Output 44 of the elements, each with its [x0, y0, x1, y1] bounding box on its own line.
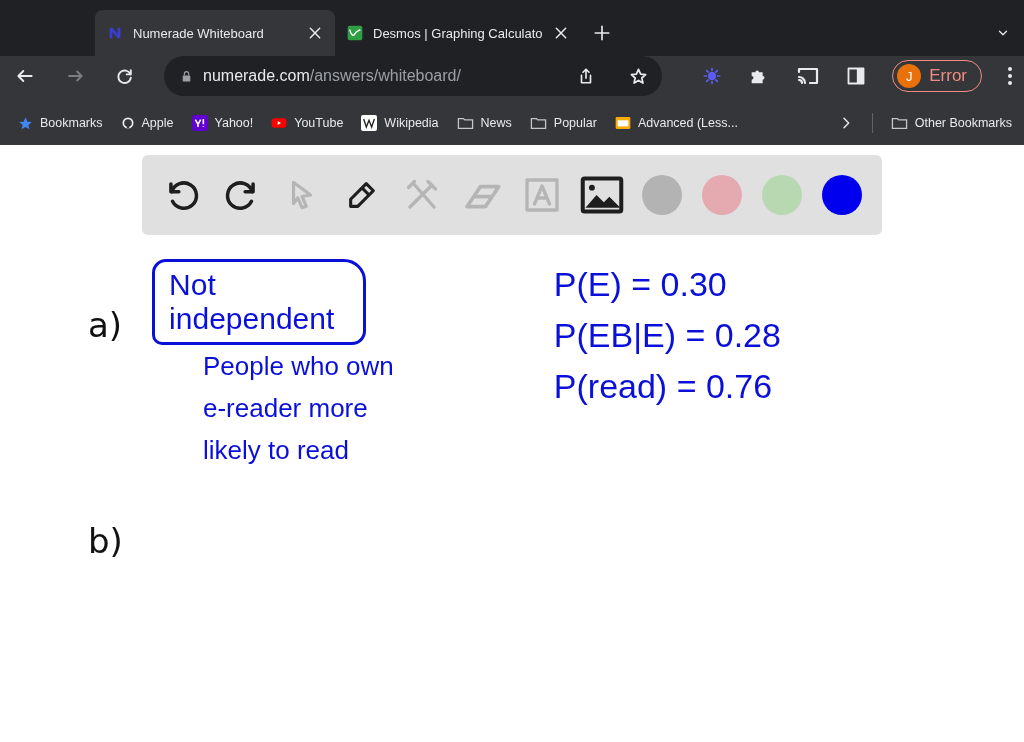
color-swatch[interactable]: [642, 175, 682, 215]
handwritten-label: b): [88, 521, 124, 561]
handwritten-note: e-reader more: [203, 392, 369, 425]
address-bar[interactable]: numerade.com/answers/whiteboard/: [164, 56, 662, 96]
browser-tab[interactable]: Desmos | Graphing Calculato: [335, 10, 581, 56]
handwritten-label: a): [88, 305, 123, 345]
other-bookmarks[interactable]: Other Bookmarks: [890, 114, 1012, 132]
reload-icon: [115, 66, 135, 86]
color-swatch[interactable]: [762, 175, 802, 215]
bookmark-item[interactable]: Popular: [529, 114, 597, 132]
profile-status: Error: [929, 66, 967, 86]
youtube-logo-icon: [271, 115, 288, 131]
bookmark-item[interactable]: Advanced (Less...: [614, 115, 738, 131]
bookmark-item[interactable]: YouTube: [271, 115, 344, 131]
handwritten-equation: P(read) = 0.76: [553, 367, 774, 406]
avatar-initial: J: [897, 64, 922, 88]
wikipedia-logo-icon: [361, 115, 378, 131]
star-icon: [18, 115, 33, 131]
handwritten-note: likely to read: [203, 434, 350, 467]
color-swatch[interactable]: [822, 175, 862, 215]
numerade-logo-icon: [107, 25, 123, 41]
browser-tab[interactable]: Numerade Whiteboard: [95, 10, 335, 56]
bookmark-item[interactable]: News: [456, 114, 512, 132]
side-panel-icon: [846, 66, 867, 86]
tool-button[interactable]: [582, 175, 622, 215]
yahoo-logo-icon: [191, 115, 208, 131]
desmos-logo-icon: [347, 25, 363, 41]
bookmark-item[interactable]: Bookmarks: [18, 115, 103, 131]
image-icon: [580, 173, 624, 217]
more-menu-icon: [1008, 67, 1012, 85]
bookmark-item[interactable]: Yahoo!: [191, 115, 254, 131]
bookmark-item[interactable]: Wikipedia: [361, 115, 439, 131]
handwritten-note: People who own: [203, 350, 394, 383]
star-outline-icon: [629, 66, 648, 86]
handwritten-equation: P(E) = 0.30: [553, 265, 728, 304]
handwritten-boxed-note: Not independent: [152, 259, 367, 345]
text-tool-icon: [524, 177, 560, 213]
handwritten-equation: P(EB|E) = 0.28: [553, 316, 781, 355]
new-tab-plus-icon: [592, 24, 611, 42]
bookmark-item[interactable]: Apple: [120, 116, 174, 130]
close-icon: [307, 25, 323, 41]
color-swatch[interactable]: [702, 175, 742, 215]
note-icon: [614, 115, 631, 131]
lock-icon: [180, 69, 193, 83]
